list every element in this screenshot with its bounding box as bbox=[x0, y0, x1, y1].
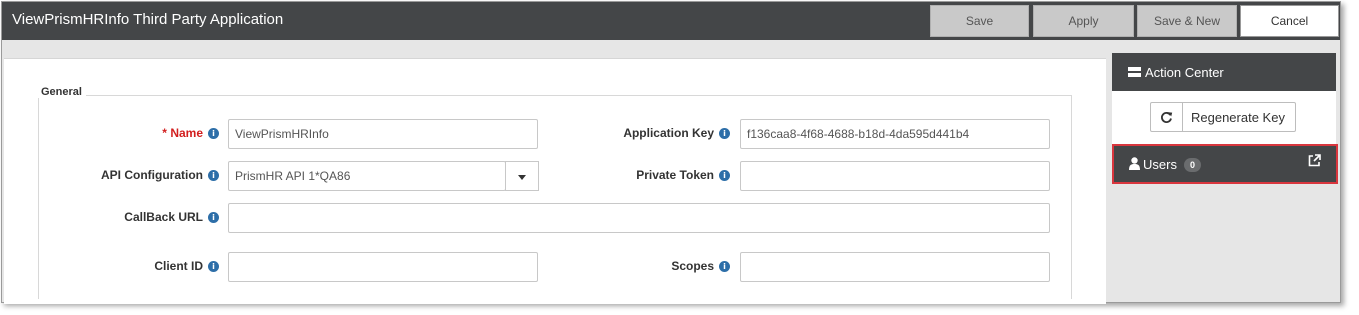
scopes-input[interactable] bbox=[740, 252, 1050, 282]
client-id-info-icon[interactable]: i bbox=[208, 261, 219, 272]
action-center-sidebar: Action Center Regenerate Key Users 0 bbox=[1112, 53, 1338, 303]
save-and-new-button[interactable]: Save & New bbox=[1137, 5, 1237, 37]
save-button[interactable]: Save bbox=[930, 5, 1029, 37]
private-token-label: Private Token bbox=[636, 168, 714, 182]
api-configuration-dropdown-button[interactable] bbox=[505, 161, 539, 191]
window-title: ViewPrismHRInfo Third Party Application bbox=[12, 11, 284, 28]
user-icon bbox=[1129, 157, 1140, 170]
form-area: General * Name i ViewPrismHRInfo Applica… bbox=[4, 58, 1106, 304]
application-window: ViewPrismHRInfo Third Party Application … bbox=[1, 1, 1341, 304]
scopes-label: Scopes bbox=[671, 259, 714, 273]
action-center-header: Action Center bbox=[1112, 53, 1336, 91]
regenerate-key-button[interactable]: Regenerate Key bbox=[1150, 102, 1296, 132]
chevron-down-icon bbox=[518, 175, 526, 180]
callback-url-input[interactable] bbox=[228, 203, 1050, 233]
name-label-text: Name bbox=[170, 126, 203, 140]
callback-url-info-icon[interactable]: i bbox=[208, 212, 219, 223]
required-marker: * bbox=[162, 126, 167, 140]
action-center-title: Action Center bbox=[1145, 65, 1224, 80]
client-id-input[interactable] bbox=[228, 252, 538, 282]
name-label: * Name bbox=[162, 126, 203, 140]
application-key-label: Application Key bbox=[623, 126, 714, 140]
client-id-label: Client ID bbox=[154, 259, 203, 273]
button-divider bbox=[1182, 103, 1183, 131]
apply-button[interactable]: Apply bbox=[1033, 5, 1134, 37]
application-key-info-icon[interactable]: i bbox=[719, 128, 730, 139]
action-center-panel: Regenerate Key bbox=[1112, 91, 1336, 147]
api-configuration-info-icon[interactable]: i bbox=[208, 170, 219, 181]
users-label: Users bbox=[1143, 157, 1177, 172]
regenerate-key-label: Regenerate Key bbox=[1191, 110, 1285, 125]
external-link-icon[interactable] bbox=[1308, 154, 1321, 167]
scopes-info-icon[interactable]: i bbox=[719, 261, 730, 272]
application-key-input[interactable]: f136caa8-4f68-4688-b18d-4da595d441b4 bbox=[740, 119, 1050, 149]
private-token-input[interactable] bbox=[740, 161, 1050, 191]
api-configuration-select[interactable]: PrismHR API 1*QA86 bbox=[228, 161, 506, 191]
section-title: General bbox=[37, 86, 86, 98]
title-bar: ViewPrismHRInfo Third Party Application … bbox=[2, 2, 1340, 40]
users-panel[interactable]: Users 0 bbox=[1112, 144, 1338, 184]
callback-url-label: CallBack URL bbox=[124, 210, 203, 224]
private-token-info-icon[interactable]: i bbox=[719, 170, 730, 181]
cancel-button[interactable]: Cancel bbox=[1240, 5, 1339, 37]
refresh-icon bbox=[1161, 112, 1173, 123]
name-info-icon[interactable]: i bbox=[208, 128, 219, 139]
api-configuration-label: API Configuration bbox=[101, 168, 203, 182]
list-icon bbox=[1128, 67, 1141, 77]
name-input[interactable]: ViewPrismHRInfo bbox=[228, 119, 538, 149]
users-count-badge: 0 bbox=[1184, 158, 1201, 172]
